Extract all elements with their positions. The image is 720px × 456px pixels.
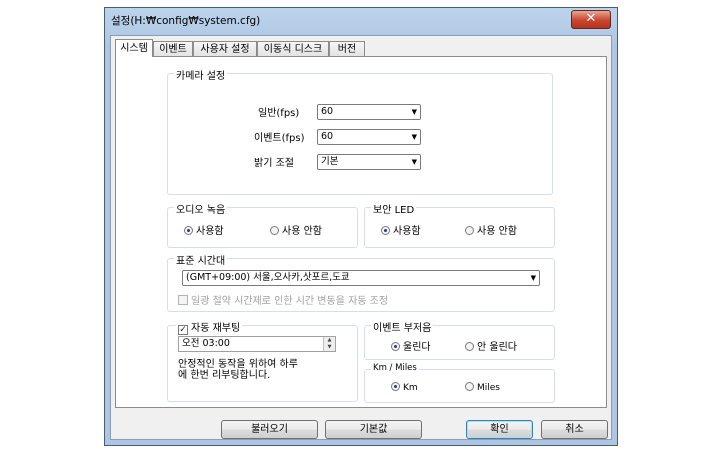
audio-off-label: 사용 안함 bbox=[282, 226, 322, 237]
radio-selected-icon bbox=[381, 226, 390, 235]
audio-on-label: 사용함 bbox=[196, 226, 224, 237]
settings-dialog: 설정(H:₩config₩system.cfg) ✕ 시스템 이벤트 사용자 설… bbox=[104, 7, 618, 446]
miles-radio[interactable]: Miles bbox=[465, 382, 500, 393]
reboot-time-value: 오전 03:00 bbox=[182, 338, 230, 349]
normal-fps-label: 일반(fps) bbox=[258, 108, 300, 119]
units-group: Km / Miles Km Miles bbox=[364, 363, 555, 403]
brightness-label: 밝기 조절 bbox=[254, 158, 294, 169]
tab-version[interactable]: 버전 bbox=[329, 41, 365, 56]
event-fps-value: 60 bbox=[321, 131, 334, 142]
led-off-radio[interactable]: 사용 안함 bbox=[465, 222, 517, 237]
window-title: 설정(H:₩config₩system.cfg) bbox=[111, 15, 261, 27]
spin-down-icon[interactable]: ▼ bbox=[324, 344, 335, 351]
buzzer-on-label: 울린다 bbox=[403, 342, 431, 353]
buzzer-on-radio[interactable]: 울린다 bbox=[391, 338, 431, 353]
led-on-radio[interactable]: 사용함 bbox=[381, 222, 421, 237]
tab-event[interactable]: 이벤트 bbox=[153, 41, 193, 56]
audio-recording-group: 오디오 녹음 사용함 사용 안함 bbox=[167, 201, 358, 248]
security-led-group: 보안 LED 사용함 사용 안함 bbox=[364, 201, 555, 248]
tab-system[interactable]: 시스템 bbox=[115, 39, 153, 57]
radio-unselected-icon bbox=[270, 226, 279, 235]
event-fps-select[interactable]: 60 ▼ bbox=[317, 129, 421, 145]
auto-reboot-label: 자동 재부팅 bbox=[191, 323, 241, 334]
timezone-group: 표준 시간대 (GMT+09:00) 서울,오사카,삿포르,도쿄 ▼ 일광 절약… bbox=[167, 252, 555, 312]
security-led-label: 보안 LED bbox=[371, 201, 417, 216]
checkbox-empty-icon bbox=[178, 295, 188, 305]
audio-on-radio[interactable]: 사용함 bbox=[184, 222, 224, 237]
ok-button[interactable]: 확인 bbox=[466, 420, 533, 439]
tab-user-settings[interactable]: 사용자 설정 bbox=[193, 41, 257, 56]
buzzer-off-label: 안 울린다 bbox=[477, 342, 517, 353]
radio-selected-icon bbox=[391, 342, 400, 351]
timezone-select[interactable]: (GMT+09:00) 서울,오사카,삿포르,도쿄 ▼ bbox=[182, 270, 540, 286]
units-label: Km / Miles bbox=[371, 363, 419, 373]
event-buzzer-label: 이벤트 부저음 bbox=[371, 319, 434, 334]
audio-off-radio[interactable]: 사용 안함 bbox=[270, 222, 322, 237]
tab-removable-disk[interactable]: 이동식 디스크 bbox=[257, 41, 329, 56]
chevron-down-icon: ▼ bbox=[411, 133, 417, 141]
buzzer-off-radio[interactable]: 안 울린다 bbox=[465, 338, 517, 353]
normal-fps-value: 60 bbox=[321, 106, 334, 117]
dst-checkbox[interactable]: 일광 절약 시간제로 인한 시간 변동을 자동 조정 bbox=[178, 292, 388, 307]
dst-label: 일광 절약 시간제로 인한 시간 변동을 자동 조정 bbox=[191, 296, 389, 307]
checkbox-checked-icon: ✓ bbox=[178, 325, 188, 335]
event-buzzer-group: 이벤트 부저음 울린다 안 울린다 bbox=[364, 319, 555, 360]
dialog-client-area: 시스템 이벤트 사용자 설정 이동식 디스크 버전 카메라 설정 일반(fps)… bbox=[110, 35, 612, 440]
reboot-time-input[interactable]: 오전 03:00 ▲ ▼ bbox=[178, 336, 336, 352]
led-on-label: 사용함 bbox=[393, 226, 421, 237]
system-tab-panel: 카메라 설정 일반(fps) 60 ▼ 이벤트(fps) 60 ▼ 밝기 조절 … bbox=[115, 56, 607, 408]
auto-reboot-checkbox[interactable]: ✓ 자동 재부팅 bbox=[176, 319, 243, 335]
event-fps-label: 이벤트(fps) bbox=[254, 133, 305, 144]
chevron-down-icon: ▼ bbox=[530, 274, 536, 282]
led-off-label: 사용 안함 bbox=[477, 226, 517, 237]
radio-unselected-icon bbox=[465, 226, 474, 235]
radio-selected-icon bbox=[391, 382, 400, 391]
load-button[interactable]: 불러오기 bbox=[221, 420, 318, 439]
camera-settings-group: 카메라 설정 일반(fps) 60 ▼ 이벤트(fps) 60 ▼ 밝기 조절 … bbox=[167, 67, 553, 195]
title-bar[interactable]: 설정(H:₩config₩system.cfg) ✕ bbox=[105, 8, 617, 34]
spin-up-icon[interactable]: ▲ bbox=[324, 337, 335, 344]
auto-reboot-group: ✓ 자동 재부팅 오전 03:00 ▲ ▼ 안정적인 동작을 위하여 하루에 한번… bbox=[167, 319, 358, 402]
timezone-value: (GMT+09:00) 서울,오사카,삿포르,도쿄 bbox=[186, 272, 350, 283]
radio-unselected-icon bbox=[465, 342, 474, 351]
auto-reboot-note: 안정적인 동작을 위하여 하루에 한번 리부팅합니다. bbox=[178, 359, 298, 381]
km-label: Km bbox=[403, 383, 418, 393]
normal-fps-select[interactable]: 60 ▼ bbox=[317, 104, 421, 120]
audio-recording-label: 오디오 녹음 bbox=[174, 201, 228, 216]
chevron-down-icon: ▼ bbox=[411, 108, 417, 116]
time-spinner[interactable]: ▲ ▼ bbox=[323, 337, 335, 351]
default-values-button[interactable]: 기본값 bbox=[325, 420, 422, 439]
brightness-value: 기본 bbox=[321, 156, 339, 167]
radio-selected-icon bbox=[184, 226, 193, 235]
close-button[interactable]: ✕ bbox=[571, 10, 611, 29]
brightness-select[interactable]: 기본 ▼ bbox=[317, 154, 421, 170]
miles-label: Miles bbox=[477, 383, 500, 393]
km-radio[interactable]: Km bbox=[391, 382, 418, 393]
chevron-down-icon: ▼ bbox=[411, 158, 417, 166]
camera-settings-label: 카메라 설정 bbox=[174, 67, 228, 82]
timezone-label: 표준 시간대 bbox=[174, 252, 228, 267]
radio-unselected-icon bbox=[465, 382, 474, 391]
cancel-button[interactable]: 취소 bbox=[541, 420, 608, 439]
